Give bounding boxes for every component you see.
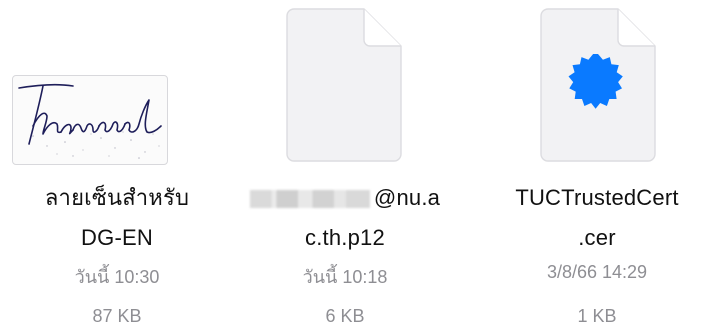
file-name-line-1: TUCTrustedCert [515,185,679,210]
file-name-line-2: DG-EN [81,225,153,250]
file-item-certificate[interactable]: TUCTrustedCert .cer 3/8/66 14:29 1 KB [480,0,702,326]
file-item-p12[interactable]: @nu.a c.th.p12 วันนี้ 10:18 6 KB [228,0,462,326]
file-name: ลายเซ็นสำหรับ DG-EN [0,178,234,258]
file-thumbnail[interactable] [480,0,702,170]
redacted-text [249,190,370,209]
signature-image [12,75,168,165]
file-name-suffix: @nu.a [373,185,441,210]
file-grid: ลายเซ็นสำหรับ DG-EN วันนี้ 10:30 87 KB @n… [0,0,702,326]
file-thumbnail[interactable] [228,0,462,170]
document-icon [286,8,402,162]
file-date: วันนี้ 10:18 [302,267,388,287]
file-name-line-1: ลายเซ็นสำหรับ [44,185,190,210]
file-thumbnail[interactable] [0,0,234,170]
file-date: วันนี้ 10:30 [74,267,160,287]
file-date: 3/8/66 14:29 [546,262,648,282]
file-name-line-2: .cer [578,225,616,250]
file-name: @nu.a c.th.p12 [228,178,462,258]
file-name-line-2: c.th.p12 [305,225,385,250]
certificate-icon [540,8,656,162]
file-item-signature[interactable]: ลายเซ็นสำหรับ DG-EN วันนี้ 10:30 87 KB [0,0,234,326]
file-name: TUCTrustedCert .cer [480,178,702,258]
file-name-line-1: @nu.a [228,178,462,218]
